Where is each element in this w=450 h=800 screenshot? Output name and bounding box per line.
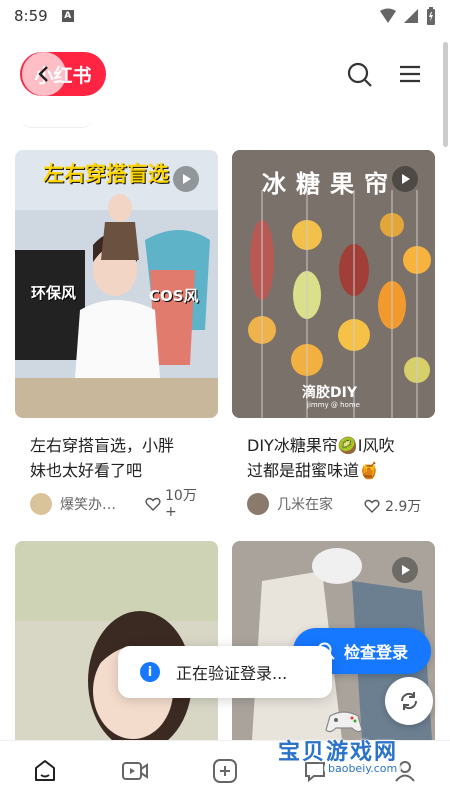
battery-icon [427, 7, 435, 25]
status-icons [380, 7, 436, 25]
notification-a-icon: A [61, 10, 74, 22]
overlay-title: 左右穿搭盲选 [43, 162, 169, 186]
overlay-left-label: 环保风 [31, 284, 77, 302]
toast: i 正在验证登录... [118, 646, 332, 698]
video-badge [392, 557, 418, 583]
card-title[interactable]: 左右穿搭盲选，小胖 妹也太好看了吧 [30, 433, 210, 483]
heart-icon [145, 497, 161, 511]
card-cover-image[interactable]: 冰糖果帘 滴胶DIY jimmy @ home [232, 150, 435, 418]
header: 小红书 [0, 46, 450, 102]
toast-text: 正在验证登录... [176, 664, 288, 683]
card-cover-image[interactable]: 左右穿搭盲选 环保风 COS风 [15, 150, 218, 418]
plus-icon [213, 759, 237, 783]
card-title-line: 妹也太好看了吧 [30, 461, 143, 480]
like-count-suffix: + [165, 504, 177, 520]
heart-icon [364, 499, 380, 513]
nav-video[interactable] [117, 753, 153, 789]
author-name: 几米在家 [277, 497, 333, 513]
avatar [30, 493, 52, 515]
play-icon [402, 565, 410, 575]
scrollbar[interactable] [443, 42, 448, 147]
watermark-url: baobeiy.com [324, 762, 402, 775]
status-bar: 8:59 A [0, 0, 450, 32]
watermark: 宝贝游戏网 baobeiy.com [272, 700, 432, 780]
cellular-icon [404, 9, 418, 23]
nav-publish[interactable] [207, 753, 243, 789]
card-title-line: DIY冰糖果帘🥝I风吹 [247, 436, 395, 455]
card-author[interactable]: 几米在家 [247, 493, 333, 515]
back-button[interactable] [22, 52, 66, 96]
check-login-label: 检查登录 [343, 643, 408, 662]
like-count: 2.9万 [385, 499, 422, 515]
chevron-left-icon [38, 66, 48, 82]
gamepad-icon [325, 711, 363, 733]
search-button[interactable] [345, 60, 375, 90]
card-title[interactable]: DIY冰糖果帘🥝I风吹 过都是甜蜜味道🍯 [247, 433, 432, 483]
overlay-title: 冰糖果帘 [262, 170, 398, 198]
nav-home[interactable] [27, 753, 63, 789]
info-icon: i [140, 662, 160, 682]
video-badge [173, 166, 199, 192]
like-button[interactable]: 10万 + [145, 488, 197, 520]
overlay-right-label: COS风 [149, 287, 199, 305]
feed-card[interactable] [15, 541, 218, 740]
search-icon [347, 62, 372, 87]
status-time: 8:59 [14, 7, 48, 25]
menu-button[interactable] [396, 62, 424, 86]
child-portrait-illustration [15, 541, 218, 740]
home-icon [35, 760, 55, 781]
card-title-line: 过都是甜蜜味道🍯 [247, 461, 379, 480]
menu-icon [400, 65, 420, 83]
like-count: 10万 [165, 488, 197, 504]
feed-card[interactable]: 左右穿搭盲选 环保风 COS风 左右穿搭盲选，小胖 妹也太好看了吧 爆笑办… 1… [15, 150, 218, 525]
video-badge [392, 166, 418, 192]
feed-card[interactable]: 冰糖果帘 滴胶DIY jimmy @ home DIY冰糖果帘🥝I风吹 过都是甜… [232, 150, 435, 525]
play-icon [183, 174, 191, 184]
video-icon [122, 762, 148, 780]
play-icon [402, 174, 410, 184]
avatar [247, 493, 269, 515]
card-title-line: 左右穿搭盲选，小胖 [30, 436, 175, 455]
overlay-caption: 滴胶DIY [302, 385, 357, 401]
like-button[interactable]: 2.9万 [364, 496, 421, 516]
card-author[interactable]: 爆笑办… [30, 493, 116, 515]
signal-icon [380, 8, 396, 23]
pull-indicator [22, 118, 92, 128]
author-name: 爆笑办… [60, 497, 116, 513]
overlay-small: jimmy @ home [307, 401, 360, 409]
card-cover-image[interactable] [15, 541, 218, 740]
